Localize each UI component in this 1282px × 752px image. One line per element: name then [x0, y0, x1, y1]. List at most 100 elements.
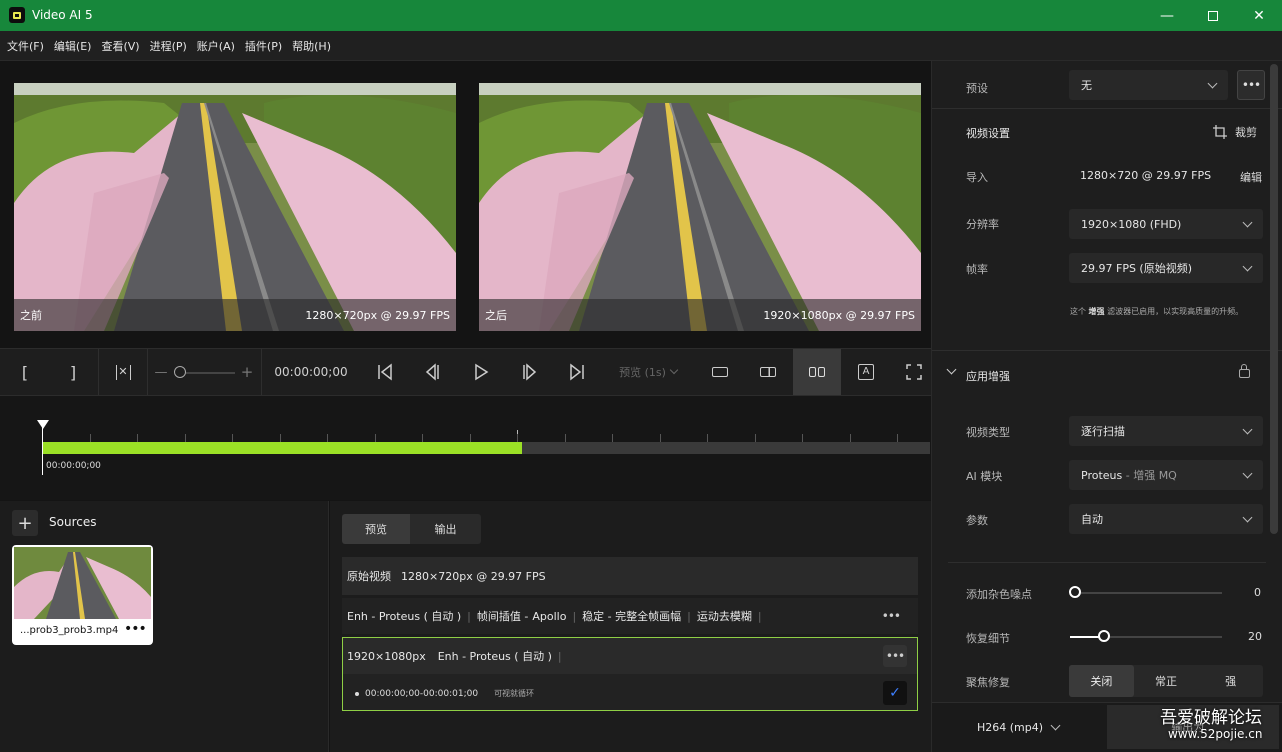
noise-slider-knob[interactable]	[1069, 586, 1081, 598]
detail-label: 恢复细节	[966, 632, 1010, 645]
active-export-item[interactable]: 1920×1080px Enh - Proteus ( 自动 ) | ••• 0…	[342, 637, 918, 711]
filter-note-suffix: 滤波器已启用，以实现高质量的升频。	[1104, 307, 1244, 316]
watermark-name: 吾爱破解论坛	[1160, 708, 1262, 728]
zoom-slider-knob[interactable]	[174, 366, 186, 378]
plus-icon: +	[17, 512, 33, 534]
timeline-tick	[707, 434, 708, 442]
divider	[932, 108, 1282, 109]
separator	[98, 349, 99, 395]
import-label: 导入	[966, 171, 988, 184]
zoom-in-button[interactable]: +	[238, 349, 256, 395]
clear-marks-icon: ✕	[115, 364, 131, 380]
side-by-side-view-button[interactable]	[793, 349, 841, 395]
preview-before[interactable]: 之前 1280×720px @ 29.97 FPS	[14, 83, 456, 331]
chevron-down-icon	[1242, 261, 1253, 271]
prev-frame-button[interactable]	[420, 349, 446, 395]
source-card[interactable]: ...prob3_prob3.mp4 •••	[12, 545, 153, 645]
preset-dropdown[interactable]: 无	[1069, 70, 1228, 100]
preset-label: 预设	[966, 82, 988, 95]
menu-plugins[interactable]: 插件(P)	[245, 38, 282, 54]
param-dropdown[interactable]: 自动	[1069, 504, 1263, 534]
active-export-more-icon[interactable]: •••	[883, 645, 907, 667]
noise-value: 0	[1254, 586, 1261, 599]
zoom-out-button[interactable]: —	[152, 349, 170, 395]
check-icon[interactable]: ✓	[883, 681, 907, 705]
tab-preview[interactable]: 预览	[342, 514, 410, 544]
preview-before-info: 1280×720px @ 29.97 FPS	[305, 308, 450, 322]
scrollbar-thumb[interactable]	[1270, 64, 1278, 534]
video-type-dropdown[interactable]: 逐行扫描	[1069, 416, 1263, 446]
single-view-button[interactable]	[704, 349, 736, 395]
enhancement-settings-row[interactable]: Enh - Proteus ( 自动 ) | 帧间插值 - Apollo | 稳…	[342, 598, 918, 634]
enh-setting: Enh - Proteus ( 自动 )	[347, 610, 462, 623]
fps-dropdown[interactable]: 29.97 FPS (原始视频)	[1069, 253, 1263, 283]
next-frame-button[interactable]	[516, 349, 542, 395]
filter-note-prefix: 这个	[1070, 307, 1089, 316]
original-video-row[interactable]: 原始视频 1280×720px @ 29.97 FPS	[342, 557, 918, 595]
ai-model-dropdown[interactable]: Proteus - 增强 MQ	[1069, 460, 1263, 490]
video-frame-after	[479, 83, 921, 331]
split-view-button[interactable]	[752, 349, 784, 395]
playhead-icon[interactable]	[37, 420, 49, 429]
lock-icon[interactable]	[1239, 364, 1250, 378]
ai-model-value: Proteus	[1081, 469, 1123, 482]
fps-label: 帧率	[966, 263, 988, 276]
play-button[interactable]	[468, 349, 494, 395]
codec-value: H264 (mp4)	[977, 721, 1044, 734]
preview-after-caption: 之后 1920×1080px @ 29.97 FPS	[479, 299, 921, 331]
crop-button[interactable]: 裁剪	[1213, 124, 1257, 140]
clear-marks-button[interactable]: ✕	[108, 349, 138, 395]
timeline-ticks	[42, 434, 946, 442]
menu-view[interactable]: 查看(V)	[101, 38, 139, 54]
focus-repair-label: 聚焦修复	[966, 676, 1010, 689]
mark-in-button[interactable]: [	[10, 349, 40, 395]
menu-account[interactable]: 账户(A)	[197, 38, 235, 54]
add-source-button[interactable]: +	[12, 510, 38, 536]
close-button[interactable]: ✕	[1236, 0, 1282, 31]
timeline-tick	[137, 434, 138, 442]
window-title: Video AI 5	[32, 8, 93, 22]
source-thumbnail	[14, 547, 151, 619]
preview-after[interactable]: 之后 1920×1080px @ 29.97 FPS	[479, 83, 921, 331]
compare-ab-button[interactable]: A	[850, 349, 882, 395]
menu-help[interactable]: 帮助(H)	[292, 38, 331, 54]
codec-dropdown[interactable]: H264 (mp4)	[977, 720, 1061, 734]
row-more-icon[interactable]: •••	[882, 609, 901, 623]
detail-slider-knob[interactable]	[1098, 630, 1110, 642]
timeline[interactable]: 00:00:00;00	[0, 396, 946, 500]
mark-out-button[interactable]: ]	[58, 349, 88, 395]
timeline-tick	[185, 434, 186, 442]
timeline-tick	[232, 434, 233, 442]
resolution-dropdown[interactable]: 1920×1080 (FHD)	[1069, 209, 1263, 239]
skip-to-end-button[interactable]	[564, 349, 590, 395]
chevron-down-icon	[1050, 720, 1061, 731]
preview-duration-dropdown[interactable]: 预览 (1s)	[612, 349, 684, 395]
import-edit-button[interactable]: 编辑	[1240, 169, 1262, 185]
maximize-button[interactable]	[1190, 0, 1236, 31]
focus-option-off[interactable]: 关闭	[1069, 665, 1134, 697]
playhead-time: 00:00:00;00	[46, 461, 101, 471]
source-more-icon[interactable]: •••	[124, 621, 147, 637]
menu-file[interactable]: 文件(F)	[7, 38, 44, 54]
noise-slider[interactable]	[1074, 592, 1222, 594]
focus-option-strong[interactable]: 强	[1198, 665, 1263, 697]
focus-option-normal[interactable]: 常正	[1134, 665, 1199, 697]
title-bar: Video AI 5 — ✕	[0, 0, 1282, 31]
menu-edit[interactable]: 编辑(E)	[54, 38, 92, 54]
prev-frame-icon	[425, 363, 439, 381]
separator	[261, 349, 262, 395]
interp-setting-label: 帧间插值 -	[476, 610, 529, 623]
watermark-url: www.52pojie.cn	[1168, 727, 1263, 741]
collapse-icon[interactable]	[946, 364, 957, 375]
tab-output[interactable]: 输出	[410, 514, 481, 544]
fullscreen-button[interactable]	[898, 349, 930, 395]
minimize-button[interactable]: —	[1144, 0, 1190, 31]
menu-process[interactable]: 进程(P)	[150, 38, 187, 54]
preview-loop-label: 可视就循环	[494, 689, 535, 698]
filter-note-bold: 增强	[1088, 307, 1105, 316]
preset-more-icon[interactable]: •••	[1237, 70, 1265, 100]
preview-range-row: 00:00:00;00-00:00:01;00 可视就循环	[355, 688, 534, 699]
video-type-label: 视频类型	[966, 426, 1010, 439]
skip-to-start-button[interactable]	[372, 349, 398, 395]
apply-enhancement-heading[interactable]: 应用增强	[966, 368, 1010, 384]
